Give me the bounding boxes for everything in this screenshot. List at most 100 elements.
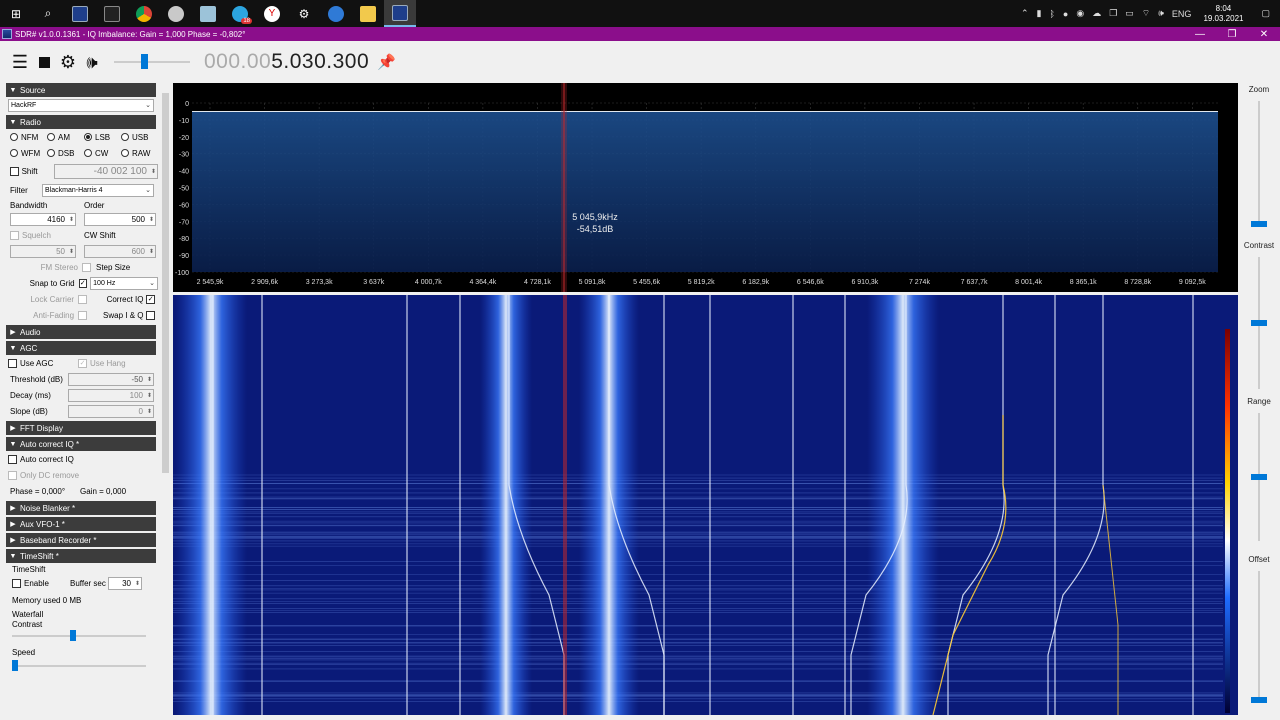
section-aux-vfo[interactable]: ▶ Aux VFO-1 * xyxy=(6,517,156,531)
cloud-icon[interactable]: ☁ xyxy=(1088,8,1105,19)
menu-icon[interactable]: ☰ xyxy=(8,50,32,74)
waterfall-plot[interactable] xyxy=(173,295,1238,715)
slider-thumb[interactable] xyxy=(12,660,18,671)
wifi-icon[interactable]: ⌔ xyxy=(1138,8,1154,19)
settings-icon[interactable]: ⚙ xyxy=(288,0,320,27)
sdr-app-icon-active[interactable] xyxy=(384,0,416,27)
spectrum-plot[interactable]: 0 -10 -20 -30 -40 -50 -60 -70 -80 -90 -100 2 545,9k… xyxy=(173,83,1238,292)
copy-icon[interactable]: ❐ xyxy=(1105,8,1121,19)
close-button[interactable]: ✕ xyxy=(1248,29,1280,40)
cursor-frequency-label: 5 045,9kHz xyxy=(572,212,618,222)
mode-radio-raw[interactable]: RAW xyxy=(121,149,152,158)
shift-checkbox[interactable] xyxy=(10,166,19,176)
buffer-input[interactable]: 30 xyxy=(108,576,142,590)
fm-stereo-checkbox[interactable] xyxy=(82,262,91,272)
section-baseband-recorder[interactable]: ▶ Baseband Recorder * xyxy=(6,533,156,547)
maximize-button[interactable]: ❐ xyxy=(1216,29,1248,40)
microphone-icon[interactable]: ▮ xyxy=(1033,8,1046,19)
auto-correct-iq-checkbox[interactable] xyxy=(8,454,17,464)
section-agc[interactable]: ▼ AGC xyxy=(6,341,156,355)
section-source[interactable]: ▼ Source xyxy=(6,83,156,97)
squelch-input[interactable]: 50 xyxy=(10,244,76,258)
windows-start-icon[interactable]: ⊞ xyxy=(0,0,32,27)
speaker-icon[interactable]: 🕪 xyxy=(1154,8,1168,19)
mode-radio-cw[interactable]: CW xyxy=(84,149,115,158)
scrollbar-thumb[interactable] xyxy=(162,93,169,473)
clock[interactable]: 8:04 19.03.2021 xyxy=(1195,4,1251,24)
squelch-checkbox[interactable] xyxy=(10,230,19,240)
cw-shift-input[interactable]: 600 xyxy=(84,244,156,258)
speaker-icon[interactable]: 🕪 xyxy=(80,50,104,74)
window-titlebar[interactable]: SDR# v1.0.0.1361 - IQ Imbalance: Gain = … xyxy=(0,27,1280,41)
swap-iq-checkbox[interactable] xyxy=(146,310,155,320)
chrome-icon[interactable] xyxy=(128,0,160,27)
gear-icon[interactable]: ⚙ xyxy=(56,50,80,74)
stop-icon[interactable] xyxy=(32,50,56,74)
slider-thumb[interactable] xyxy=(69,630,76,641)
battery-icon[interactable]: ▭ xyxy=(1121,8,1138,19)
spectrum-analyzer[interactable]: 0 -10 -20 -30 -40 -50 -60 -70 -80 -90 -100 2 545,9k… xyxy=(173,83,1238,292)
order-input[interactable]: 500 xyxy=(84,212,156,226)
anti-fading-checkbox[interactable] xyxy=(78,310,87,320)
yandex-icon[interactable]: Y xyxy=(256,0,288,27)
decay-input[interactable]: 100 xyxy=(68,388,154,402)
mode-radio-nfm[interactable]: NFM xyxy=(10,133,41,142)
only-dc-checkbox[interactable] xyxy=(8,470,17,480)
gamepad-icon[interactable]: ◉ xyxy=(1072,8,1088,19)
search-icon[interactable]: ⌕ xyxy=(32,0,64,27)
snap-checkbox[interactable]: ✓ xyxy=(78,278,88,288)
folder-icon[interactable] xyxy=(352,0,384,27)
waterfall-display[interactable] xyxy=(173,295,1238,715)
terminal-icon[interactable] xyxy=(96,0,128,27)
zoom-slider-thumb[interactable] xyxy=(1251,221,1267,227)
use-hang-checkbox[interactable]: ✓ xyxy=(78,358,87,368)
bandwidth-input[interactable]: 4160 xyxy=(10,212,76,226)
waterfall-contrast-slider[interactable] xyxy=(12,629,146,643)
frequency-display[interactable]: 000.005.030.300 xyxy=(204,50,369,74)
telegram-icon[interactable]: 18 xyxy=(224,0,256,27)
threshold-input[interactable]: -50 xyxy=(68,372,154,386)
app-icon-2[interactable] xyxy=(320,0,352,27)
section-audio[interactable]: ▶ Audio xyxy=(6,325,156,339)
use-agc-checkbox[interactable] xyxy=(8,358,17,368)
filter-combo[interactable]: Blackman-Harris 4 ⌄ xyxy=(42,183,154,197)
volume-thumb[interactable] xyxy=(141,54,149,69)
minimize-button[interactable]: — xyxy=(1184,29,1216,40)
section-fft-display[interactable]: ▶ FFT Display xyxy=(6,421,156,435)
range-slider-thumb[interactable] xyxy=(1251,474,1267,480)
pin-icon[interactable]: 📌 xyxy=(377,53,396,71)
source-device-combo[interactable]: HackRF ⌄ xyxy=(8,98,154,112)
timeshift-enable-checkbox[interactable] xyxy=(12,578,21,588)
bluetooth-icon[interactable]: ᛒ xyxy=(1045,9,1058,19)
shift-input[interactable]: -40 002 100 xyxy=(53,163,158,179)
mode-radio-lsb[interactable]: LSB xyxy=(84,133,115,142)
offset-track[interactable] xyxy=(1258,571,1260,703)
section-auto-correct-iq[interactable]: ▼ Auto correct IQ * xyxy=(6,437,156,451)
offset-slider-thumb[interactable] xyxy=(1251,697,1267,703)
section-radio[interactable]: ▼ Radio xyxy=(6,115,156,129)
waterfall-speed-slider[interactable] xyxy=(12,659,146,673)
frequency-digits[interactable]: 5.030.300 xyxy=(271,50,369,73)
mode-radio-am[interactable]: AM xyxy=(47,133,78,142)
volume-slider[interactable] xyxy=(110,50,194,74)
lock-carrier-checkbox[interactable] xyxy=(78,294,87,304)
contrast-slider-thumb[interactable] xyxy=(1251,320,1267,326)
antivirus-icon[interactable]: ● xyxy=(1059,9,1072,19)
mode-radio-dsb[interactable]: DSB xyxy=(47,149,78,158)
notifications-icon[interactable]: ▢ xyxy=(1251,8,1280,19)
app-icon[interactable] xyxy=(160,0,192,27)
correct-iq-checkbox[interactable]: ✓ xyxy=(146,294,155,304)
frequency-leading-digits[interactable]: 000.00 xyxy=(204,50,271,73)
sdr-app-icon[interactable] xyxy=(64,0,96,27)
section-noise-blanker[interactable]: ▶ Noise Blanker * xyxy=(6,501,156,515)
panel-scrollbar[interactable] xyxy=(160,83,171,720)
slope-input[interactable]: 0 xyxy=(68,404,154,418)
chevron-up-icon[interactable]: ⌃ xyxy=(1017,8,1033,19)
zoom-track[interactable] xyxy=(1258,101,1260,227)
mode-radio-usb[interactable]: USB xyxy=(121,133,152,142)
step-size-combo[interactable]: 100 Hz ⌄ xyxy=(90,276,158,290)
notes-icon[interactable] xyxy=(192,0,224,27)
mode-radio-wfm[interactable]: WFM xyxy=(10,149,41,158)
section-timeshift[interactable]: ▼ TimeShift * xyxy=(6,549,156,563)
language-indicator[interactable]: ENG xyxy=(1168,9,1196,19)
